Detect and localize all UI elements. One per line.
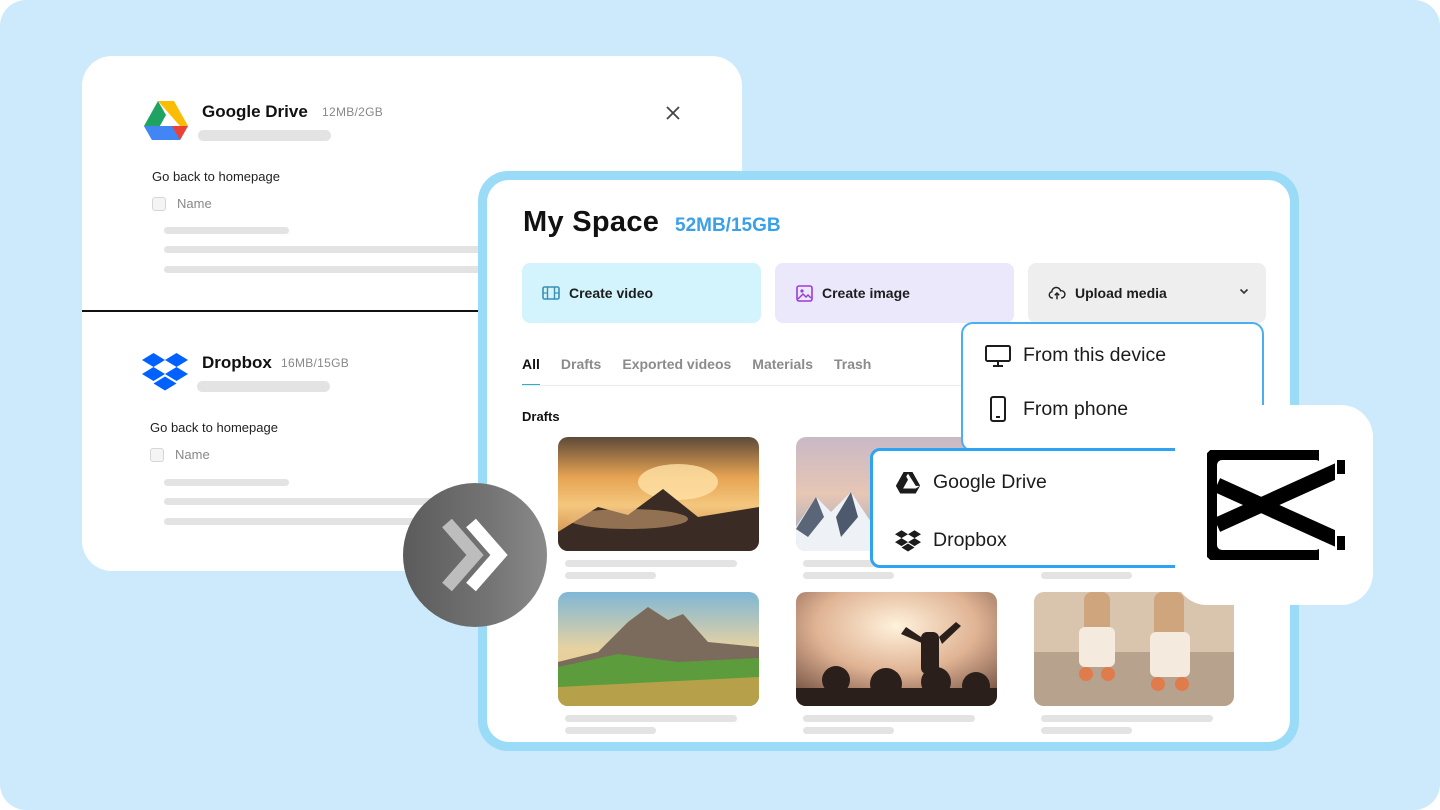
google-drive-icon (895, 471, 921, 494)
from-device-label: From this device (1023, 344, 1167, 366)
go-back-link[interactable]: Go back to homepage (150, 420, 278, 435)
draft-thumbnail-alpine-meadow[interactable] (558, 592, 759, 706)
select-all-checkbox[interactable] (152, 196, 166, 211)
skeleton-line (1041, 727, 1132, 734)
create-video-label: Create video (569, 285, 654, 301)
video-icon (542, 284, 560, 302)
skeleton-line (565, 572, 656, 579)
tab-trash[interactable]: Trash (834, 356, 871, 372)
capcut-logo-card (1175, 405, 1373, 605)
google-drive-label: Google Drive (933, 471, 1047, 493)
dropbox-icon (895, 529, 921, 552)
name-column-label: Name (175, 447, 210, 462)
skeleton-line (1041, 572, 1132, 579)
create-video-button[interactable]: Create video (522, 263, 761, 323)
draft-thumbnail-roller-skates[interactable] (1034, 592, 1234, 706)
skeleton-line (803, 715, 975, 722)
tabs-divider (522, 385, 962, 386)
tab-drafts[interactable]: Drafts (561, 356, 601, 372)
forward-arrow-button (403, 483, 547, 627)
google-drive-option[interactable]: Google Drive (895, 471, 1047, 494)
monitor-icon (985, 344, 1011, 367)
skeleton-line (164, 246, 494, 253)
upload-media-label: Upload media (1075, 285, 1167, 301)
capcut-logo (1207, 450, 1347, 560)
google-drive-icon (144, 101, 188, 140)
from-phone-label: From phone (1023, 397, 1129, 420)
skeleton-line (164, 266, 494, 273)
create-image-label: Create image (822, 285, 910, 301)
from-phone-option[interactable]: From phone (985, 396, 1128, 422)
name-column-label: Name (177, 196, 212, 211)
tab-exported-videos[interactable]: Exported videos (622, 356, 731, 372)
skeleton-line (803, 727, 894, 734)
skeleton-line (565, 560, 737, 567)
dropbox-icon (142, 353, 188, 391)
draft-thumbnail-concert-crowd[interactable] (796, 592, 997, 706)
skeleton-line (1041, 715, 1213, 722)
skeleton-line (198, 130, 331, 141)
skeleton-line (164, 479, 289, 486)
stage: Google Drive 12MB/2GB Go back to homepag… (0, 0, 1440, 810)
page-title: My Space (523, 206, 660, 238)
skeleton-line (803, 572, 894, 579)
select-all-checkbox[interactable] (150, 447, 164, 462)
skeleton-line (164, 227, 289, 234)
draft-thumbnail-mountain-sunrise[interactable] (558, 437, 759, 551)
upload-media-button[interactable]: Upload media (1028, 263, 1266, 323)
tab-all[interactable]: All (522, 356, 540, 386)
name-header-row: Name (150, 447, 210, 462)
create-image-button[interactable]: Create image (775, 263, 1014, 323)
cloud-upload-icon (1048, 284, 1066, 302)
name-header-row: Name (152, 196, 212, 211)
tab-bar: All Drafts Exported videos Materials Tra… (522, 356, 871, 386)
go-back-link[interactable]: Go back to homepage (152, 169, 280, 184)
storage-quota: 52MB/15GB (675, 215, 781, 236)
skeleton-line (565, 727, 656, 734)
close-icon[interactable] (662, 102, 684, 124)
dropbox-label: Dropbox (933, 529, 1007, 551)
chevron-down-icon (1239, 288, 1249, 295)
tab-materials[interactable]: Materials (752, 356, 813, 372)
from-device-option[interactable]: From this device (985, 344, 1166, 367)
dropbox-option[interactable]: Dropbox (895, 529, 1007, 552)
cloud-source-menu: Google Drive Dropbox (870, 448, 1200, 568)
image-icon (795, 284, 813, 302)
skeleton-line (565, 715, 737, 722)
dropbox-quota: 16MB/15GB (281, 356, 350, 370)
google-drive-quota: 12MB/2GB (322, 105, 384, 119)
phone-icon (985, 396, 1011, 422)
dropbox-title: Dropbox (202, 353, 272, 372)
forward-arrow-icon (442, 518, 508, 592)
skeleton-line (197, 381, 330, 392)
section-heading: Drafts (522, 409, 560, 424)
google-drive-title: Google Drive (202, 102, 308, 121)
